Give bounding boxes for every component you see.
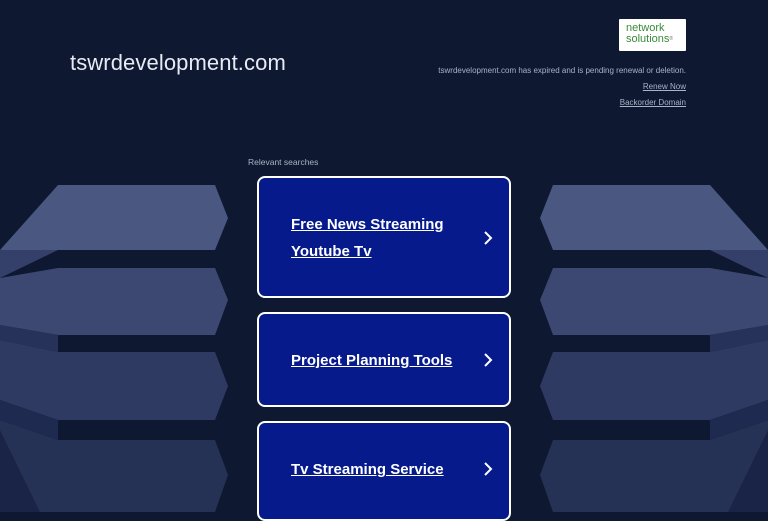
search-card-tv-streaming-service[interactable]: Tv Streaming Service [257, 421, 511, 521]
backorder-domain-link[interactable]: Backorder Domain [620, 98, 686, 107]
domain-title: tswrdevelopment.com [70, 50, 286, 75]
renew-now-link[interactable]: Renew Now [643, 82, 686, 91]
search-card-project-planning-tools[interactable]: Project Planning Tools [257, 312, 511, 407]
search-card-label-line-2: Youtube Tv [291, 243, 372, 260]
expiry-notice: tswrdevelopment.com has expired and is p… [438, 66, 686, 75]
chevron-right-icon [484, 353, 493, 367]
chevron-right-icon [484, 462, 493, 476]
relevant-searches-heading: Relevant searches [248, 157, 319, 167]
search-card-label[interactable]: Project Planning Tools [291, 347, 461, 374]
network-solutions-logo[interactable]: network solutions® [619, 19, 686, 51]
search-card-label-line-1: Free News Streaming [291, 216, 444, 233]
logo-line-2: solutions® [626, 34, 680, 45]
chevron-right-icon [484, 231, 493, 245]
search-card-free-news-streaming[interactable]: Free News Streaming Youtube Tv [257, 176, 511, 298]
logo-line-2-text: solutions [626, 33, 670, 45]
search-card-label[interactable]: Free News Streaming Youtube Tv [291, 211, 461, 265]
left-shapes [0, 185, 228, 512]
search-card-label[interactable]: Tv Streaming Service [291, 456, 461, 483]
logo-registered-mark: ® [669, 36, 674, 42]
right-shapes [540, 185, 768, 512]
